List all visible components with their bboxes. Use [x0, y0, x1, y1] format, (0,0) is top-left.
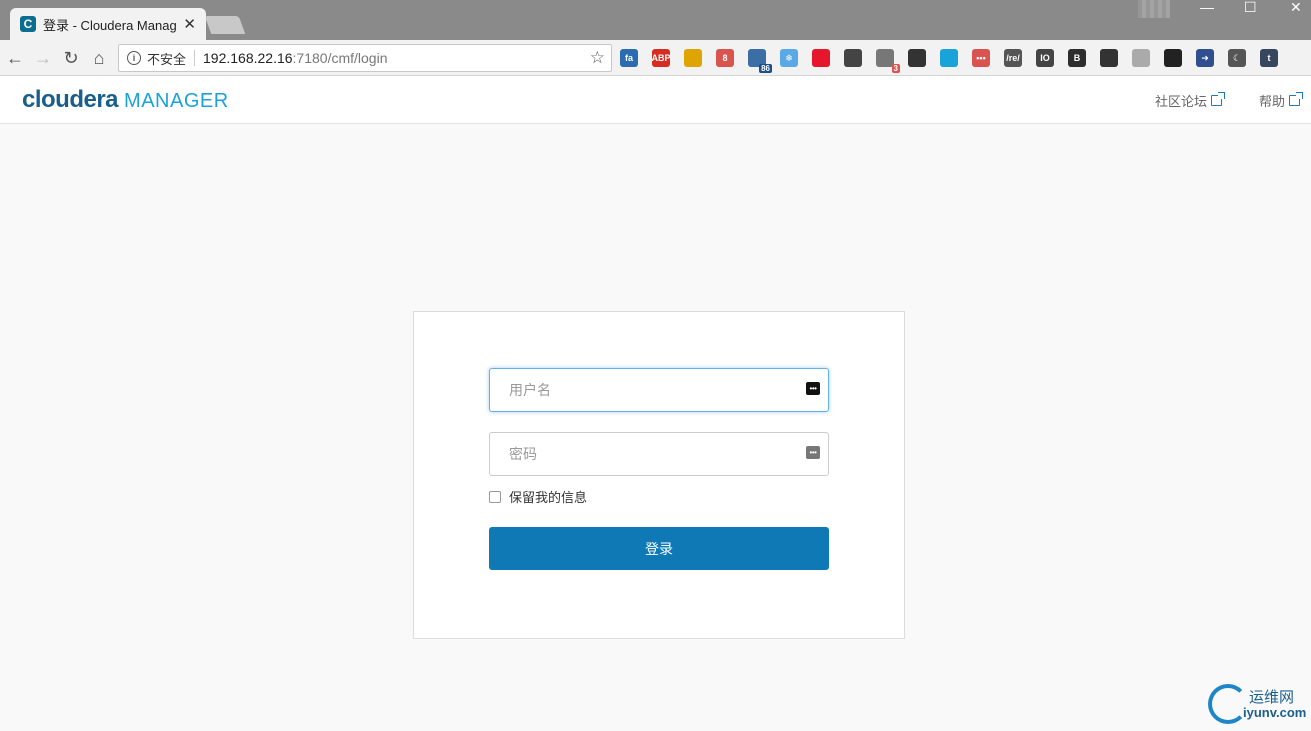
arrow-ext-icon[interactable]: ➜ — [1196, 49, 1214, 67]
remember-me[interactable]: 保留我的信息 — [489, 487, 587, 506]
bold-b-icon[interactable]: B — [1068, 49, 1086, 67]
remember-me-checkbox[interactable] — [489, 490, 501, 503]
mail-icon[interactable]: 86 — [748, 49, 772, 73]
moon-icon-label: ☾ — [1232, 52, 1242, 63]
username-input[interactable] — [490, 369, 828, 411]
snowflake-icon[interactable]: ❄ — [780, 49, 798, 67]
url-path[interactable]: :7180/cmf/login — [293, 50, 388, 66]
url-separator — [194, 50, 196, 66]
site-watermark: 运维网 iyunv.com — [1205, 684, 1309, 728]
app-header: cloudera MANAGER 社区论坛 帮助 — [0, 76, 1311, 124]
community-forum-link[interactable]: 社区论坛 — [1155, 91, 1226, 110]
close-tab-icon[interactable]: ✕ — [183, 15, 196, 33]
minimize-button[interactable]: — — [1200, 0, 1214, 14]
address-bar[interactable]: i 不安全 192.168.22.16 :7180/cmf/login ☆ — [118, 44, 612, 72]
close-window-button[interactable]: ✕ — [1290, 0, 1302, 14]
security-label[interactable]: 不安全 — [147, 49, 186, 68]
io-icon-label: IO — [1040, 53, 1050, 63]
username-field[interactable]: ••• — [489, 368, 829, 412]
back-button[interactable]: ← — [4, 47, 26, 69]
cloudera-manager-logo[interactable]: cloudera MANAGER — [22, 86, 229, 114]
zh-en-icon[interactable] — [908, 49, 926, 67]
login-button[interactable]: 登录 — [489, 527, 829, 570]
red-square-icon[interactable]: 8 — [716, 49, 734, 67]
community-forum-label: 社区论坛 — [1155, 94, 1208, 109]
dots-ext-icon[interactable]: ••• — [972, 49, 990, 67]
cloudera-favicon-icon: C — [20, 16, 36, 32]
help-link[interactable]: 帮助 — [1259, 91, 1304, 110]
home-button[interactable]: ⌂ — [88, 47, 110, 69]
tampermonkey-icon[interactable] — [1164, 49, 1182, 67]
tumblr-icon-label: t — [1267, 53, 1271, 63]
ring-icon[interactable] — [684, 49, 702, 67]
url-host[interactable]: 192.168.22.16 — [203, 50, 293, 66]
evernote-icon[interactable] — [1100, 49, 1118, 67]
mail-icon-badge: 86 — [759, 64, 772, 73]
blurred-area — [1138, 0, 1170, 18]
angular-icon[interactable] — [1132, 49, 1150, 67]
regex-icon[interactable]: /re/ — [1004, 49, 1022, 67]
snowflake-icon-label: ❄ — [785, 52, 793, 63]
external-link-icon — [1289, 92, 1304, 106]
fa-icon-label: fa — [624, 53, 633, 63]
tab-title: 登录 - Cloudera Manag — [43, 17, 177, 33]
password-field[interactable]: ••• — [489, 432, 829, 476]
dots-ext-icon-label: ••• — [976, 53, 986, 63]
red-square-icon-label: 8 — [722, 53, 728, 63]
browser-toolbar: ← → ↻ ⌂ i 不安全 192.168.22.16 :7180/cmf/lo… — [0, 40, 1311, 76]
bold-b-icon-label: B — [1073, 53, 1081, 63]
bell-icon-badge: 3 — [891, 64, 900, 73]
watermark-en-text: iyunv.com — [1243, 705, 1307, 720]
adblock-icon[interactable]: ABP — [651, 49, 671, 67]
remember-me-label[interactable]: 保留我的信息 — [509, 487, 587, 506]
forward-button[interactable]: → — [32, 47, 54, 69]
arrow-ext-icon-label: ➜ — [1201, 52, 1209, 63]
password-manager-icon[interactable]: ••• — [806, 382, 820, 395]
login-card: ••• ••• 保留我的信息 登录 — [413, 311, 905, 639]
adblock-icon-label: ABP — [651, 53, 671, 63]
extension-icons: fa ABP 8 86 ❄ 3 ••• /re/IO B ➜ ☾ t — [620, 47, 1292, 73]
password-input[interactable] — [490, 433, 828, 475]
help-label: 帮助 — [1259, 94, 1286, 109]
watermark-cn-text: 运维网 — [1249, 688, 1295, 706]
maximize-button[interactable]: ☐ — [1244, 0, 1257, 14]
bookmark-star-icon[interactable]: ☆ — [590, 48, 605, 68]
browser-tab-strip: C 登录 - Cloudera Manag ✕ — ☐ ✕ — [0, 0, 1311, 40]
fa-icon[interactable]: fa — [620, 49, 638, 67]
reload-button[interactable]: ↻ — [60, 47, 82, 69]
logo-manager-text: MANAGER — [124, 90, 229, 112]
moon-icon[interactable]: ☾ — [1228, 49, 1246, 67]
watermark-logo-icon — [1208, 684, 1248, 724]
io-icon[interactable]: IO — [1036, 49, 1054, 67]
password-manager-icon[interactable]: ••• — [806, 446, 820, 459]
info-icon[interactable]: i — [127, 51, 141, 65]
logo-cloudera-text: cloudera — [22, 86, 119, 113]
clock-icon[interactable] — [844, 49, 862, 67]
external-link-icon — [1211, 92, 1226, 106]
tumblr-icon[interactable]: t — [1260, 49, 1278, 67]
browser-tab[interactable]: C 登录 - Cloudera Manag ✕ — [10, 8, 206, 40]
bell-icon[interactable]: 3 — [876, 49, 900, 73]
search-ext-icon[interactable] — [940, 49, 958, 67]
regex-icon-label: /re/ — [1006, 53, 1020, 63]
new-tab-button[interactable] — [204, 16, 246, 34]
weibo-icon[interactable] — [812, 49, 830, 67]
